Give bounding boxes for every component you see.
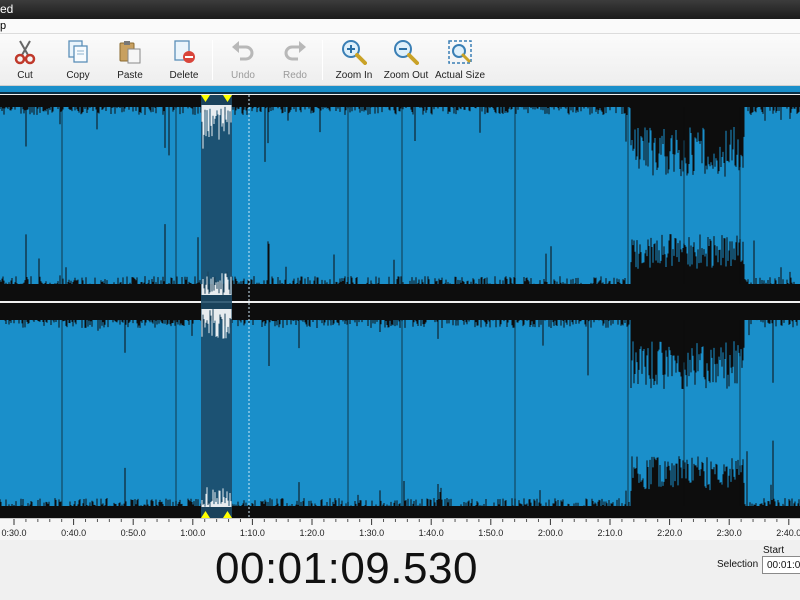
timeline-tick-label: 2:40.0: [776, 528, 800, 538]
selection-label: Selection: [717, 559, 759, 570]
selection-start-field[interactable]: [762, 556, 800, 574]
scissors-icon: [14, 40, 36, 65]
timeline-tick-label: 1:30.0: [359, 528, 384, 538]
zoom-out-label: Zoom Out: [383, 70, 429, 81]
audio-editor-window: ed p Cut Copy Paste Delete Undo Redo Zoo…: [0, 0, 800, 600]
undo-label: Undo: [231, 70, 255, 81]
actual-size-icon: [448, 40, 472, 64]
selection-region[interactable]: [201, 95, 232, 518]
redo-label: Redo: [283, 70, 307, 81]
zoom-out-icon: [394, 40, 419, 65]
timeline-tick-label: 2:10.0: [597, 528, 622, 538]
overview-strip[interactable]: [0, 86, 800, 94]
channel-2-waveform: [0, 308, 800, 518]
start-label: Start: [763, 545, 785, 556]
title-bar: ed: [0, 0, 800, 19]
menu-item[interactable]: p: [0, 19, 6, 34]
timeline-tick-label: 0:50.0: [121, 528, 146, 538]
delete-label: Delete: [169, 70, 199, 81]
channel-1-waveform: [0, 95, 800, 296]
zoom-in-label: Zoom In: [335, 70, 373, 81]
timeline-tick-label: 1:50.0: [478, 528, 503, 538]
timeline-ruler[interactable]: 0:30.0 0:40.0 0:50.0 1:00.0 1:10.0 1:20.0 1:30…: [0, 518, 800, 540]
copy-icon: [68, 40, 88, 63]
copy-label: Copy: [66, 70, 90, 81]
toolbar-separator: [322, 40, 323, 80]
paste-button[interactable]: Paste: [112, 37, 148, 83]
undo-button[interactable]: Undo: [226, 37, 260, 83]
delete-icon: [174, 40, 195, 63]
timeline-svg: 0:30.0 0:40.0 0:50.0 1:00.0 1:10.0 1:20.0 1:30…: [1, 519, 800, 538]
status-panel: 00:01:09.530 Selection Start: [0, 540, 800, 600]
timeline-tick-label: 1:40.0: [419, 528, 444, 538]
current-time-display: 00:01:09.530: [215, 544, 478, 593]
toolbar-separator: [212, 40, 213, 80]
cut-label: Cut: [17, 70, 33, 81]
zoom-in-icon: [342, 40, 367, 65]
window-title: ed: [0, 2, 14, 16]
menu-bar: p: [0, 19, 800, 34]
timeline-tick-label: 0:30.0: [1, 528, 26, 538]
timeline-tick-label: 1:00.0: [180, 528, 205, 538]
zoom-out-button[interactable]: Zoom Out: [384, 37, 428, 83]
undo-icon: [232, 41, 254, 61]
cut-button[interactable]: Cut: [8, 37, 42, 83]
actual-size-button[interactable]: Actual Size: [435, 37, 485, 83]
delete-button[interactable]: Delete: [166, 37, 202, 83]
timeline-tick-label: 2:30.0: [717, 528, 742, 538]
paste-label: Paste: [117, 70, 143, 81]
zoom-in-button[interactable]: Zoom In: [336, 37, 372, 83]
actual-size-label: Actual Size: [434, 70, 486, 81]
timeline-tick-label: 2:00.0: [538, 528, 563, 538]
timeline-tick-label: 0:40.0: [61, 528, 86, 538]
redo-icon: [284, 41, 306, 61]
waveform-view[interactable]: [0, 95, 800, 518]
redo-button[interactable]: Redo: [278, 37, 312, 83]
timeline-tick-label: 1:10.0: [240, 528, 265, 538]
copy-button[interactable]: Copy: [60, 37, 96, 83]
waveform-canvas[interactable]: [0, 95, 800, 518]
timeline-tick-label: 1:20.0: [299, 528, 324, 538]
paste-icon: [119, 41, 141, 64]
timeline-tick-label: 2:20.0: [657, 528, 682, 538]
toolbar: Cut Copy Paste Delete Undo Redo Zoom In …: [0, 34, 800, 86]
